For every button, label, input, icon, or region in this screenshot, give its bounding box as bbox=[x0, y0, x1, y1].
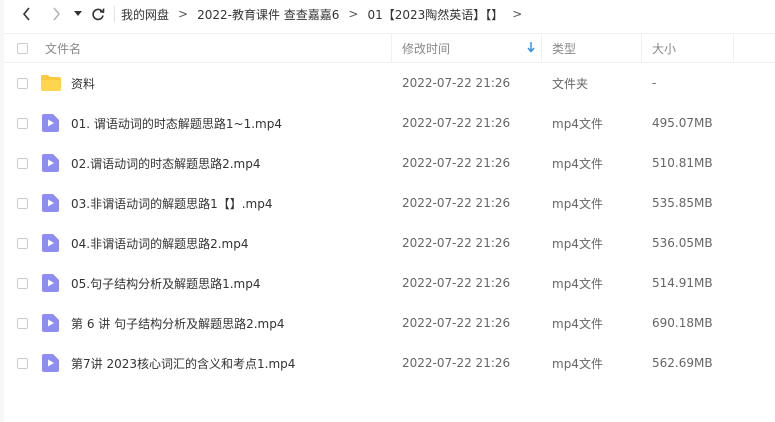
video-file-icon bbox=[42, 234, 59, 252]
select-all-checkbox[interactable] bbox=[17, 42, 28, 54]
file-name[interactable]: 03.非谓语动词的解题思路1【】.mp4 bbox=[71, 183, 272, 223]
video-file-icon bbox=[42, 274, 59, 292]
video-file-icon bbox=[42, 114, 59, 132]
file-name[interactable]: 02.谓语动词的时态解题思路2.mp4 bbox=[71, 143, 260, 183]
file-size: 510.81MB bbox=[652, 156, 713, 170]
row-checkbox[interactable] bbox=[17, 317, 28, 329]
file-type: mp4文件 bbox=[552, 196, 603, 211]
video-file-icon bbox=[42, 314, 59, 332]
file-name[interactable]: 05.句子结构分析及解题思路1.mp4 bbox=[71, 263, 260, 303]
file-name[interactable]: 资料 bbox=[71, 63, 95, 103]
file-modified: 2022-07-22 21:26 bbox=[402, 76, 511, 90]
header-name[interactable]: 文件名 bbox=[34, 34, 392, 62]
breadcrumb-folder[interactable]: 2022-教育课件 查查嘉嘉6 bbox=[197, 6, 339, 23]
refresh-button[interactable] bbox=[86, 0, 110, 28]
file-name[interactable]: 第7讲 2023核心词汇的含义和考点1.mp4 bbox=[71, 343, 295, 383]
file-name[interactable]: 01. 谓语动词的时态解题思路1~1.mp4 bbox=[71, 103, 282, 143]
navigation-bar: 我的网盘 > 2022-教育课件 查查嘉嘉6 > 01【2023陶然英语】【】 … bbox=[4, 0, 775, 28]
file-size: 535.85MB bbox=[652, 196, 713, 210]
file-type: mp4文件 bbox=[552, 116, 603, 131]
caret-down-icon bbox=[74, 11, 82, 16]
column-header: 文件名 修改时间 类型 大小 bbox=[4, 33, 775, 63]
chevron-right-icon bbox=[52, 7, 60, 21]
file-type: mp4文件 bbox=[552, 276, 603, 291]
breadcrumb-current[interactable]: 01【2023陶然英语】【】 bbox=[367, 6, 503, 23]
header-name-label: 文件名 bbox=[45, 41, 82, 56]
video-file-icon bbox=[42, 194, 59, 212]
breadcrumb-trailing-arrow[interactable]: > bbox=[512, 7, 522, 21]
header-modified-label: 修改时间 bbox=[402, 41, 451, 56]
row-checkbox[interactable] bbox=[17, 237, 28, 249]
file-row[interactable]: 05.句子结构分析及解题思路1.mp4 2022-07-22 21:26 mp4… bbox=[4, 263, 775, 303]
file-size: 514.91MB bbox=[652, 276, 713, 290]
file-type: mp4文件 bbox=[552, 236, 603, 251]
history-dropdown-button[interactable] bbox=[70, 0, 86, 28]
file-modified: 2022-07-22 21:26 bbox=[402, 196, 511, 210]
arrow-down-icon bbox=[527, 42, 535, 53]
select-all-cell bbox=[17, 34, 28, 62]
file-modified: 2022-07-22 21:26 bbox=[402, 156, 511, 170]
file-modified: 2022-07-22 21:26 bbox=[402, 316, 511, 330]
video-file-icon bbox=[42, 154, 59, 172]
header-size[interactable]: 大小 bbox=[642, 34, 734, 62]
file-row[interactable]: 01. 谓语动词的时态解题思路1~1.mp4 2022-07-22 21:26 … bbox=[4, 103, 775, 143]
header-modified[interactable]: 修改时间 bbox=[392, 34, 542, 62]
header-size-label: 大小 bbox=[652, 41, 677, 56]
row-checkbox[interactable] bbox=[17, 117, 28, 129]
file-modified: 2022-07-22 21:26 bbox=[402, 276, 511, 290]
back-button[interactable] bbox=[10, 0, 42, 28]
folder-icon bbox=[41, 75, 61, 91]
refresh-icon bbox=[92, 8, 105, 21]
chevron-left-icon bbox=[22, 7, 30, 21]
forward-button[interactable] bbox=[42, 0, 70, 28]
file-name[interactable]: 第 6 讲 句子结构分析及解题思路2.mp4 bbox=[71, 303, 284, 343]
file-row[interactable]: 第7讲 2023核心词汇的含义和考点1.mp4 2022-07-22 21:26… bbox=[4, 343, 775, 383]
file-row[interactable]: 03.非谓语动词的解题思路1【】.mp4 2022-07-22 21:26 mp… bbox=[4, 183, 775, 223]
file-size: 536.05MB bbox=[652, 236, 713, 250]
row-checkbox[interactable] bbox=[17, 157, 28, 169]
file-type: mp4文件 bbox=[552, 156, 603, 171]
file-type: mp4文件 bbox=[552, 316, 603, 331]
file-type: 文件夹 bbox=[552, 76, 589, 91]
file-name[interactable]: 04.非谓语动词的解题思路2.mp4 bbox=[71, 223, 248, 263]
breadcrumb-root[interactable]: 我的网盘 bbox=[121, 6, 169, 23]
file-modified: 2022-07-22 21:26 bbox=[402, 116, 511, 130]
header-type[interactable]: 类型 bbox=[542, 34, 642, 62]
breadcrumb-separator: > bbox=[348, 7, 359, 21]
row-checkbox[interactable] bbox=[17, 77, 28, 89]
file-row[interactable]: 第 6 讲 句子结构分析及解题思路2.mp4 2022-07-22 21:26 … bbox=[4, 303, 775, 343]
header-type-label: 类型 bbox=[552, 41, 577, 56]
file-list: 资料 2022-07-22 21:26 文件夹 - 01. 谓语动词的时态解题思… bbox=[4, 63, 775, 383]
file-size: - bbox=[652, 76, 657, 90]
breadcrumb-separator: > bbox=[178, 7, 189, 21]
file-size: 562.69MB bbox=[652, 356, 713, 370]
file-type: mp4文件 bbox=[552, 356, 603, 371]
row-checkbox[interactable] bbox=[17, 277, 28, 289]
file-modified: 2022-07-22 21:26 bbox=[402, 236, 511, 250]
file-row[interactable]: 02.谓语动词的时态解题思路2.mp4 2022-07-22 21:26 mp4… bbox=[4, 143, 775, 183]
row-checkbox[interactable] bbox=[17, 357, 28, 369]
row-checkbox[interactable] bbox=[17, 197, 28, 209]
nav-divider bbox=[114, 6, 115, 22]
file-size: 690.18MB bbox=[652, 316, 713, 330]
file-modified: 2022-07-22 21:26 bbox=[402, 356, 511, 370]
file-row[interactable]: 04.非谓语动词的解题思路2.mp4 2022-07-22 21:26 mp4文… bbox=[4, 223, 775, 263]
file-row[interactable]: 资料 2022-07-22 21:26 文件夹 - bbox=[4, 63, 775, 103]
video-file-icon bbox=[42, 354, 59, 372]
file-size: 495.07MB bbox=[652, 116, 713, 130]
